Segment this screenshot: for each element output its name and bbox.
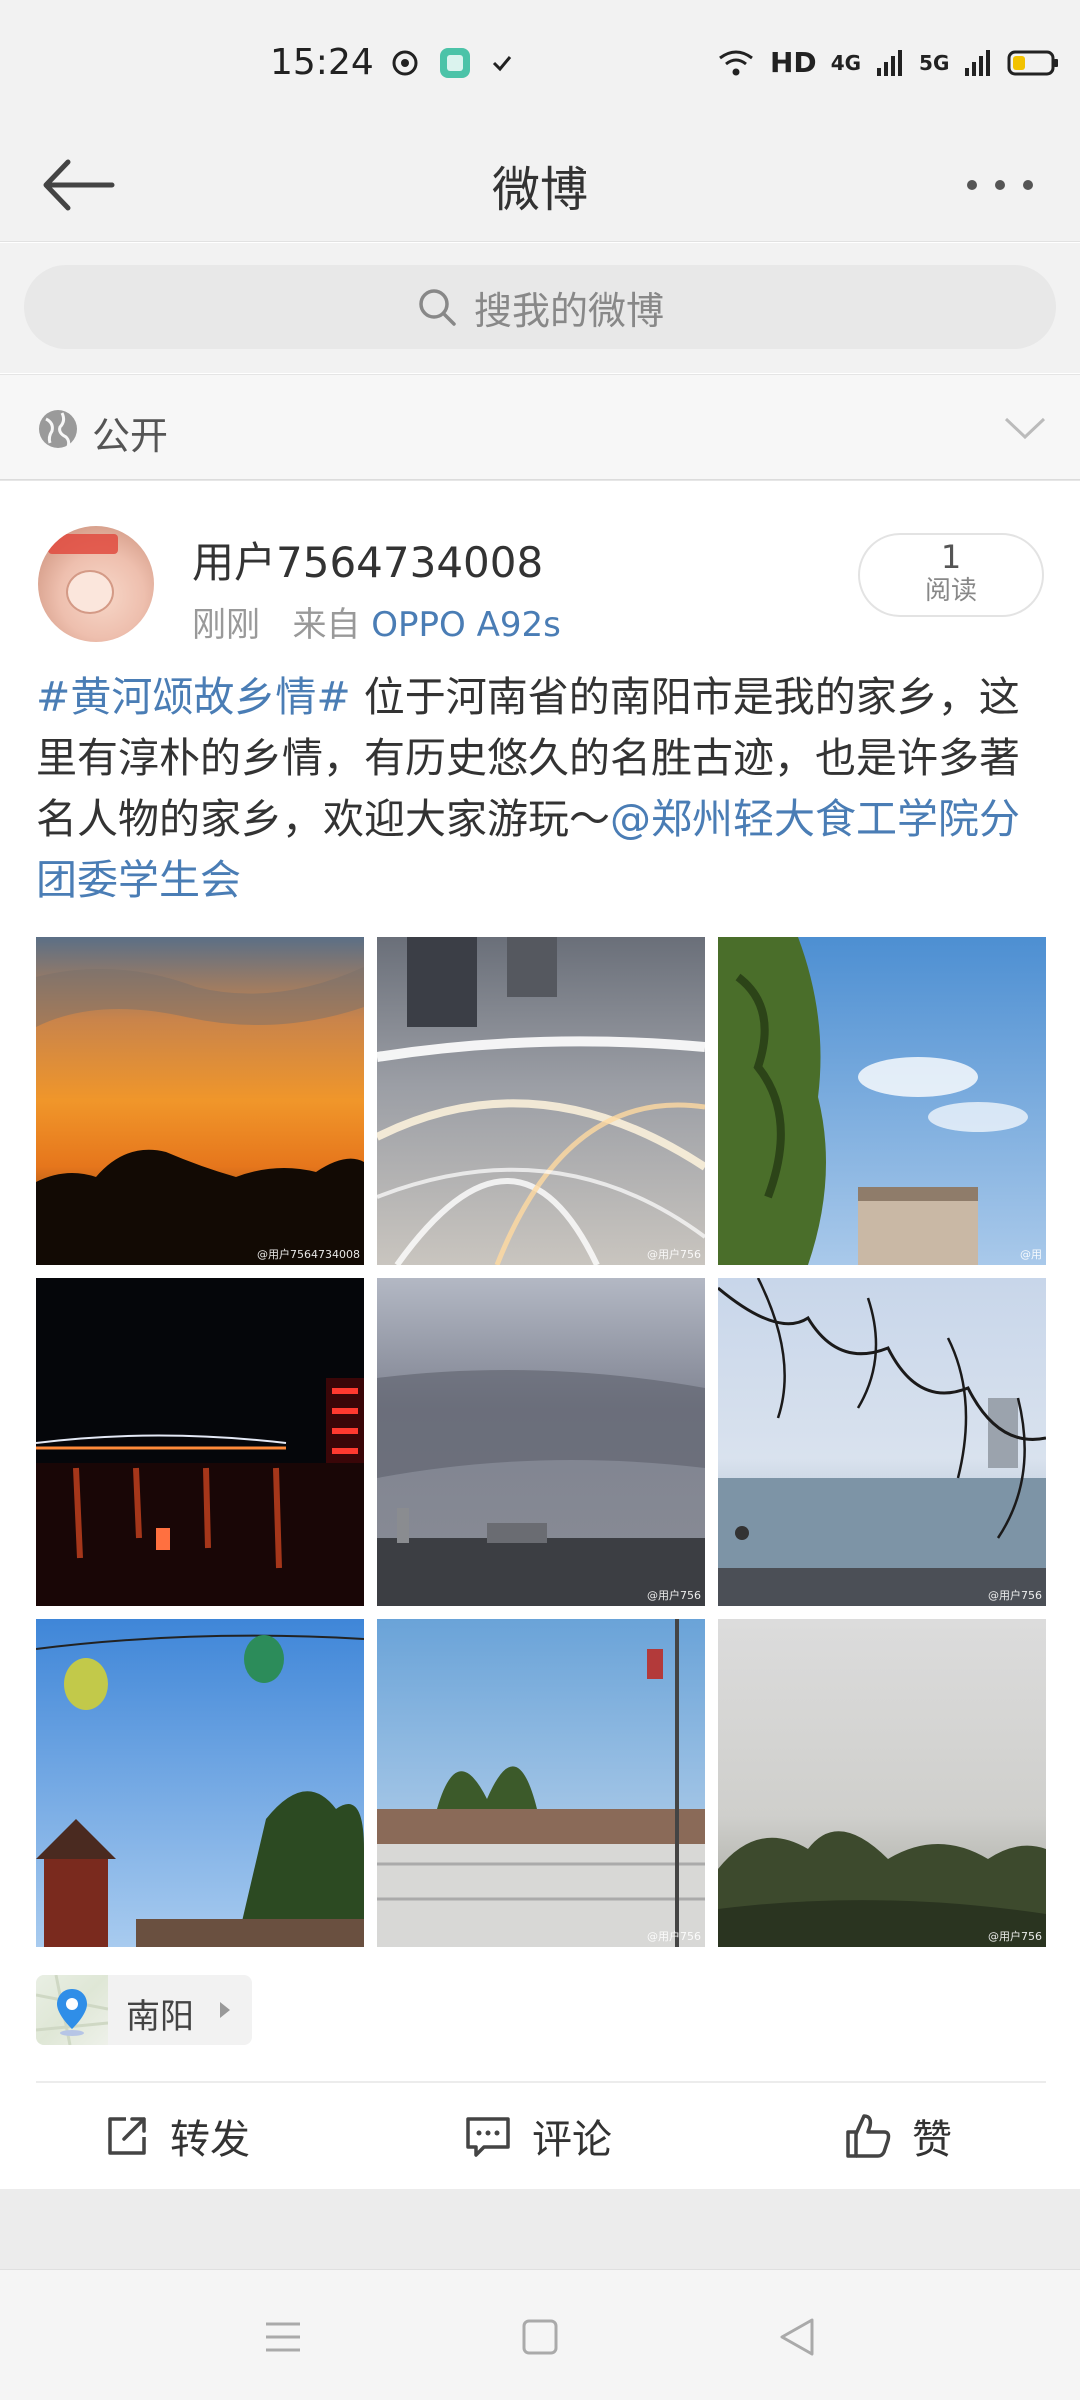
more-options-icon[interactable] [960,170,1040,200]
photo-bridge-park[interactable]: @用户756 [377,1619,705,1947]
hashtag-link[interactable]: #黄河颂故乡情# [36,673,351,721]
signal-icon-2 [965,49,991,76]
feed-spacer [0,2189,1080,2269]
photo-pavilion-lanterns[interactable] [36,1619,364,1947]
hd-label: HD [770,46,817,79]
status-notification-icons [390,46,514,80]
menu-icon[interactable] [258,2312,308,2362]
network-4g-label: 4G [830,50,862,75]
chevron-down-icon [1004,417,1046,440]
post-actions: 转发 评论 赞 [0,2083,1080,2189]
source-prefix: 来自 [292,605,361,645]
photo-tree-sky[interactable]: @用 [718,937,1046,1265]
photo-cloudy-city[interactable]: @用户756 [377,1278,705,1606]
photo-watermark: @用户756 [988,1589,1042,1602]
photo-night-river[interactable] [36,1278,364,1606]
visibility-label: 公开 [92,414,169,458]
photo-watermark: @用 [1020,1248,1042,1261]
repost-button[interactable]: 转发 [104,2083,250,2189]
photo-watermark: @用户756 [647,1589,701,1602]
search-icon [419,289,456,326]
status-bar: 15:24 HD 4G 5G [0,0,1080,130]
photo-sunset[interactable]: @用户7564734008 [36,937,364,1265]
avatar-face [66,570,114,614]
read-count: 1 [940,538,962,576]
photo-grid: @用户7564734008 @用户756 @用 @用户756 @用户756 @用… [36,937,1046,1947]
status-time: 15:24 [270,42,374,83]
caret-right-icon [220,2002,230,2018]
photo-watermark: @用户756 [647,1930,701,1943]
username[interactable]: 用户7564734008 [192,529,543,590]
read-count-badge[interactable]: 1 阅读 [858,533,1044,617]
location-map-thumbnail [35,1974,109,2046]
comment-label: 评论 [532,2117,612,2163]
photo-watermark: @用户756 [988,1930,1042,1943]
check-icon [492,56,512,72]
visibility-selector[interactable]: 公开 [0,374,1080,480]
photo-watermark: @用户7564734008 [257,1248,360,1261]
photo-lake-branches[interactable]: @用户756 [718,1278,1046,1606]
photo-watermark: @用户756 [647,1248,701,1261]
post-card: 用户7564734008 刚刚 来自 OPPO A92s 1 阅读 #黄河颂故乡… [0,481,1080,2189]
location-tag[interactable]: 南阳 [35,1974,252,2046]
home-icon[interactable] [515,2312,565,2362]
location-label: 南阳 [126,1997,194,2037]
search-area: 搜我的微博 [0,243,1080,373]
page-title: 微博 [491,162,588,218]
thumbs-up-icon [846,2114,891,2158]
comment-icon [466,2117,510,2157]
network-5g-label: 5G [919,50,950,75]
like-label: 赞 [912,2117,952,2163]
comment-button[interactable]: 评论 [464,2083,612,2189]
avatar[interactable] [38,526,154,642]
app-badge-icon [440,48,470,78]
avatar-decoration [48,534,118,554]
wifi-icon [719,50,753,75]
system-nav-bar [0,2269,1080,2400]
back-icon[interactable] [772,2312,822,2362]
repost-label: 转发 [170,2117,250,2163]
search-input[interactable]: 搜我的微博 [24,265,1056,349]
photo-light-trails[interactable]: @用户756 [377,937,705,1265]
device-link[interactable]: OPPO A92s [371,605,561,645]
battery-icon [1007,50,1059,75]
photo-hazy-hills[interactable]: @用户756 [718,1619,1046,1947]
globe-icon [39,410,77,448]
app-notification-icon [392,50,418,76]
post-time: 刚刚 [192,605,260,645]
status-system-icons: HD 4G 5G [716,46,1059,79]
nav-bar: 微博 [0,130,1080,242]
post-meta: 刚刚 来自 OPPO A92s [192,597,561,646]
read-label: 阅读 [924,576,977,606]
search-placeholder: 搜我的微博 [473,288,664,333]
signal-icon [877,49,903,76]
share-icon [108,2117,146,2155]
like-button[interactable]: 赞 [844,2083,952,2189]
post-text: #黄河颂故乡情# 位于河南省的南阳市是我的家乡，这里有淳朴的乡情，有历史悠久的名… [36,667,1046,911]
